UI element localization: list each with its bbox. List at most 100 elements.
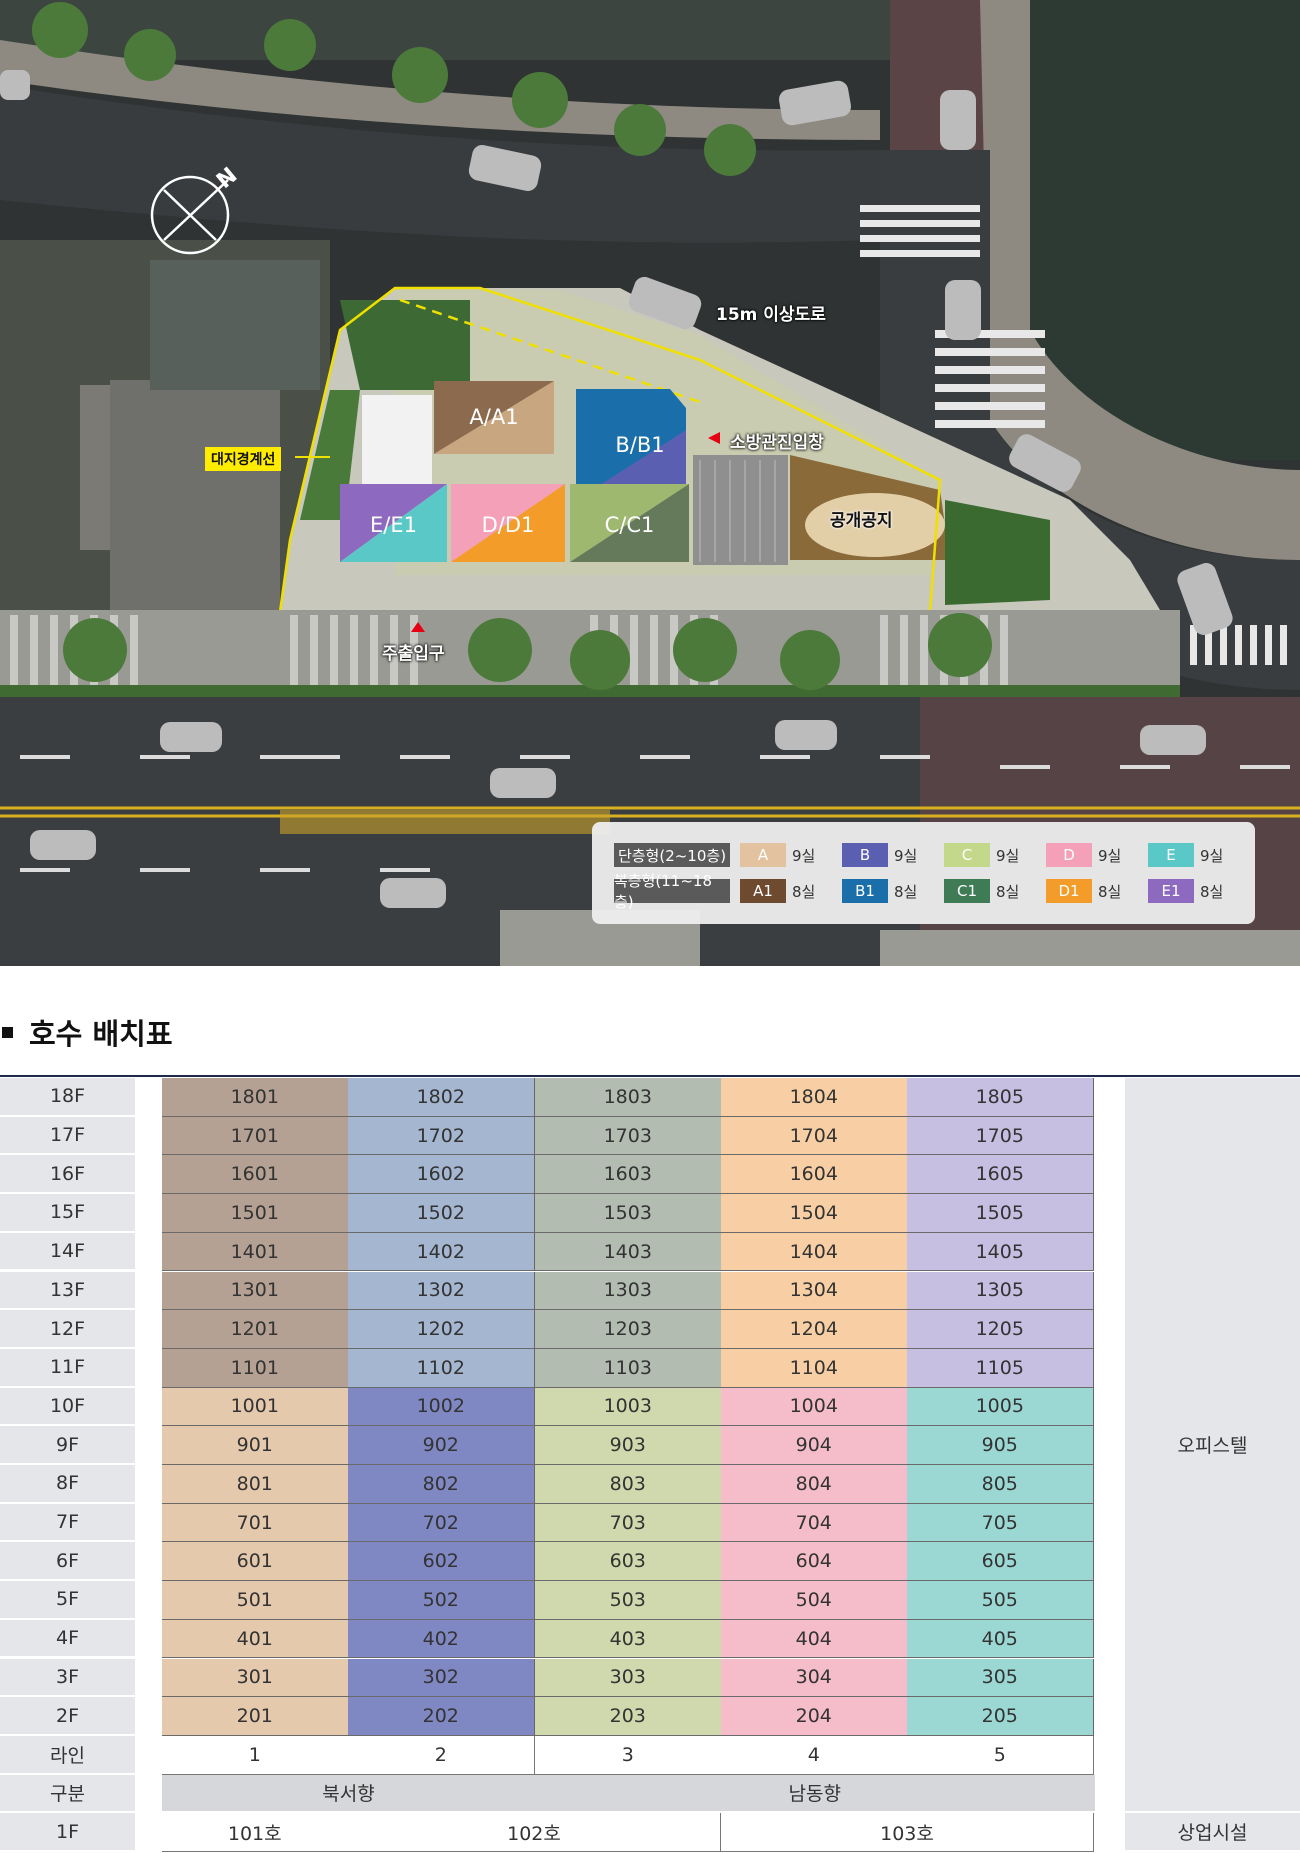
unit-cell: 603 [535, 1542, 722, 1582]
unit-cell: 501 [162, 1581, 349, 1620]
floor-label: 7F [0, 1503, 135, 1543]
floor-label: 13F [0, 1271, 135, 1311]
unit-cell: 704 [721, 1503, 908, 1543]
floor-label: 2F [0, 1697, 135, 1736]
legend-swatch: C [944, 843, 990, 867]
unit-cell: 1103 [535, 1348, 722, 1388]
legend-rooms: 9실 [1098, 846, 1122, 865]
unit-cell: 302 [348, 1658, 535, 1698]
legend-swatch: D [1046, 843, 1092, 867]
unit-cell: 1404 [721, 1232, 908, 1272]
unit-cell: 1203 [535, 1310, 722, 1349]
unit-cell: 503 [535, 1581, 722, 1620]
unit-cell: 802 [348, 1465, 535, 1504]
unit-cell: 803 [535, 1465, 722, 1504]
officetel-label: 오피스텔 [1125, 1078, 1300, 1814]
unit-cell: 1602 [348, 1155, 535, 1195]
line-number: 2 [348, 1735, 535, 1775]
legend-swatch: E1 [1148, 879, 1194, 903]
unit-cell: 1801 [162, 1078, 349, 1117]
unit-cell: 1703 [535, 1116, 722, 1156]
legend-row-single: 단층형(2~10층) A 9실 B 9실 C 9실 D 9실 E 9실 [614, 842, 1240, 868]
floor-label: 5F [0, 1581, 135, 1620]
unit-cell: 203 [535, 1697, 722, 1736]
floor-label: 18F [0, 1078, 135, 1117]
legend-rooms: 8실 [1098, 882, 1122, 901]
unit-cell: 403 [535, 1619, 722, 1659]
section-heading: 호수 배치표 [0, 1010, 173, 1054]
unit-cell: 204 [721, 1697, 908, 1736]
unit-cell: 1601 [162, 1155, 349, 1195]
unit-cell: 701 [162, 1503, 349, 1543]
unit-cell: 1803 [535, 1078, 722, 1117]
floor-label: 10F [0, 1387, 135, 1427]
unit-cell: 1605 [907, 1155, 1094, 1195]
legend-rooms: 8실 [996, 882, 1020, 901]
unit-cell: 1702 [348, 1116, 535, 1156]
legend-rooms: 8실 [894, 882, 918, 901]
unit-cell: 1705 [907, 1116, 1094, 1156]
unit-cell: 904 [721, 1426, 908, 1465]
unit-cell: 1305 [907, 1271, 1094, 1311]
floor-label: 12F [0, 1310, 135, 1349]
legend-swatch: D1 [1046, 879, 1092, 903]
unit-cell: 1001 [162, 1387, 349, 1427]
unit-cell: 1102 [348, 1348, 535, 1388]
floor-label: 17F [0, 1116, 135, 1156]
unit-cell: 1301 [162, 1271, 349, 1311]
unit-cell: 1701 [162, 1116, 349, 1156]
floor-label: 3F [0, 1658, 135, 1698]
unit-cell: 702 [348, 1503, 535, 1543]
floor-label: 4F [0, 1619, 135, 1659]
floor-label: 6F [0, 1542, 135, 1582]
unit-cell: 502 [348, 1581, 535, 1620]
unit-cell: 1802 [348, 1078, 535, 1117]
line-number: 5 [907, 1735, 1094, 1775]
unit-cell: 1403 [535, 1232, 722, 1272]
unit-cell: 601 [162, 1542, 349, 1582]
unit-cell: 903 [535, 1426, 722, 1465]
unit-cell: 1104 [721, 1348, 908, 1388]
unit-cell: 1003 [535, 1387, 722, 1427]
unit-cell: 604 [721, 1542, 908, 1582]
legend-swatch: A [740, 843, 786, 867]
unit-cell: 1002 [348, 1387, 535, 1427]
floor-label: 15F [0, 1194, 135, 1233]
main-entrance-label: 주출입구 [382, 644, 445, 664]
legend-swatch: B1 [842, 879, 888, 903]
unit-cell: 905 [907, 1426, 1094, 1465]
unit-cell: 402 [348, 1619, 535, 1659]
unit-cell: 304 [721, 1658, 908, 1698]
unit-cell: 1201 [162, 1310, 349, 1349]
unit-cell: 1503 [535, 1194, 722, 1233]
ground-unit: 102호 [348, 1813, 721, 1852]
section-label: 구분 [0, 1774, 135, 1814]
unit-cell: 1604 [721, 1155, 908, 1195]
unit-cell: 1101 [162, 1348, 349, 1388]
unit-cell: 901 [162, 1426, 349, 1465]
legend-rooms: 9실 [996, 846, 1020, 865]
legend-rooms: 9실 [894, 846, 918, 865]
ground-floor-label: 1F [0, 1813, 135, 1852]
unit-cell: 1704 [721, 1116, 908, 1156]
unit-type-legend: 단층형(2~10층) A 9실 B 9실 C 9실 D 9실 E 9실 복층형(11~18… [592, 822, 1255, 924]
legend-rooms: 9실 [792, 846, 816, 865]
unit-b-b1-label: B/B1 [615, 433, 665, 457]
unit-cell: 703 [535, 1503, 722, 1543]
unit-cell: 303 [535, 1658, 722, 1698]
commercial-label: 상업시설 [1125, 1813, 1300, 1852]
line-label: 라인 [0, 1735, 135, 1775]
section-title: 호수 배치표 [29, 1017, 173, 1051]
unit-cell: 305 [907, 1658, 1094, 1698]
unit-e-e1-label: E/E1 [370, 513, 417, 537]
unit-cell: 1004 [721, 1387, 908, 1427]
unit-cell: 1804 [721, 1078, 908, 1117]
unit-cell: 205 [907, 1697, 1094, 1736]
legend-swatch: A1 [740, 879, 786, 903]
legend-swatch: B [842, 843, 888, 867]
unit-cell: 801 [162, 1465, 349, 1504]
ground-unit: 103호 [721, 1813, 1094, 1852]
floor-label: 9F [0, 1426, 135, 1465]
public-space-label: 공개공지 [830, 511, 893, 531]
unit-cell: 1304 [721, 1271, 908, 1311]
